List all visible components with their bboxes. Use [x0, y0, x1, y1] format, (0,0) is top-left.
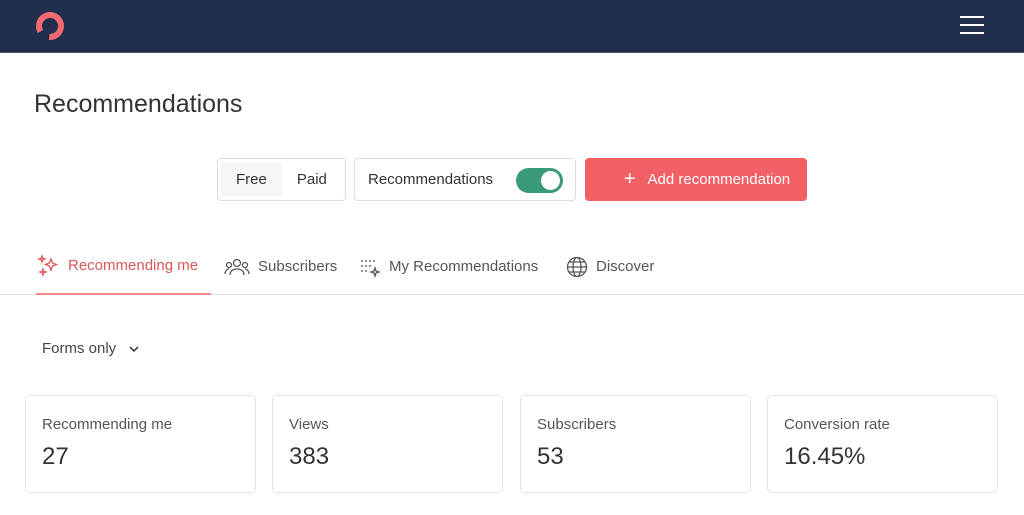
filter-label: Forms only [42, 340, 117, 357]
globe-icon [566, 256, 588, 277]
stat-card-conversion-rate: Conversion rate 16.45% [767, 395, 998, 493]
tab-label: Subscribers [258, 258, 338, 275]
stat-card-subscribers: Subscribers 53 [520, 395, 751, 493]
tab-label: Recommending me [68, 257, 199, 274]
stat-label: Recommending me [42, 416, 173, 433]
plus-icon: + [623, 168, 636, 190]
stat-value: 383 [289, 443, 330, 470]
recommendations-toggle[interactable] [516, 168, 563, 193]
chevron-down-icon [129, 346, 139, 353]
tab-my-recommendations[interactable]: My Recommendations [359, 238, 538, 295]
stat-card-recommending-me: Recommending me 27 [25, 395, 256, 493]
tab-recommending-me[interactable]: Recommending me [36, 238, 211, 295]
tab-label: Discover [596, 258, 655, 275]
list-sparkle-icon [361, 259, 381, 278]
plan-segmented-control: Free Paid [217, 158, 346, 201]
top-bar [0, 0, 1024, 53]
brand-logo[interactable] [34, 10, 66, 42]
hamburger-icon[interactable] [960, 16, 984, 36]
tab-label: My Recommendations [389, 258, 539, 275]
stat-card-views: Views 383 [272, 395, 503, 493]
users-icon [224, 258, 250, 275]
recommendations-toggle-box: Recommendations [354, 158, 576, 201]
forms-filter-dropdown[interactable]: Forms only [42, 340, 140, 357]
stat-value: 27 [42, 443, 69, 470]
toggle-label: Recommendations [368, 171, 494, 188]
stat-value: 16.45% [784, 443, 866, 470]
tab-subscribers[interactable]: Subscribers [224, 238, 337, 295]
stat-value: 53 [537, 443, 564, 470]
stat-label: Views [289, 416, 329, 433]
stat-label: Conversion rate [784, 416, 890, 433]
add-recommendation-label: Add recommendation [647, 171, 791, 188]
segment-free[interactable]: Free [221, 162, 282, 197]
add-recommendation-button[interactable]: + Add recommendation [585, 158, 807, 201]
sparkles-icon [37, 253, 59, 277]
stat-label: Subscribers [537, 416, 617, 433]
page-title: Recommendations [34, 90, 243, 118]
segment-paid[interactable]: Paid [282, 162, 342, 197]
tab-discover[interactable]: Discover [566, 238, 654, 295]
tab-bar: Recommending me Subscribers My Recommend… [0, 238, 1024, 295]
